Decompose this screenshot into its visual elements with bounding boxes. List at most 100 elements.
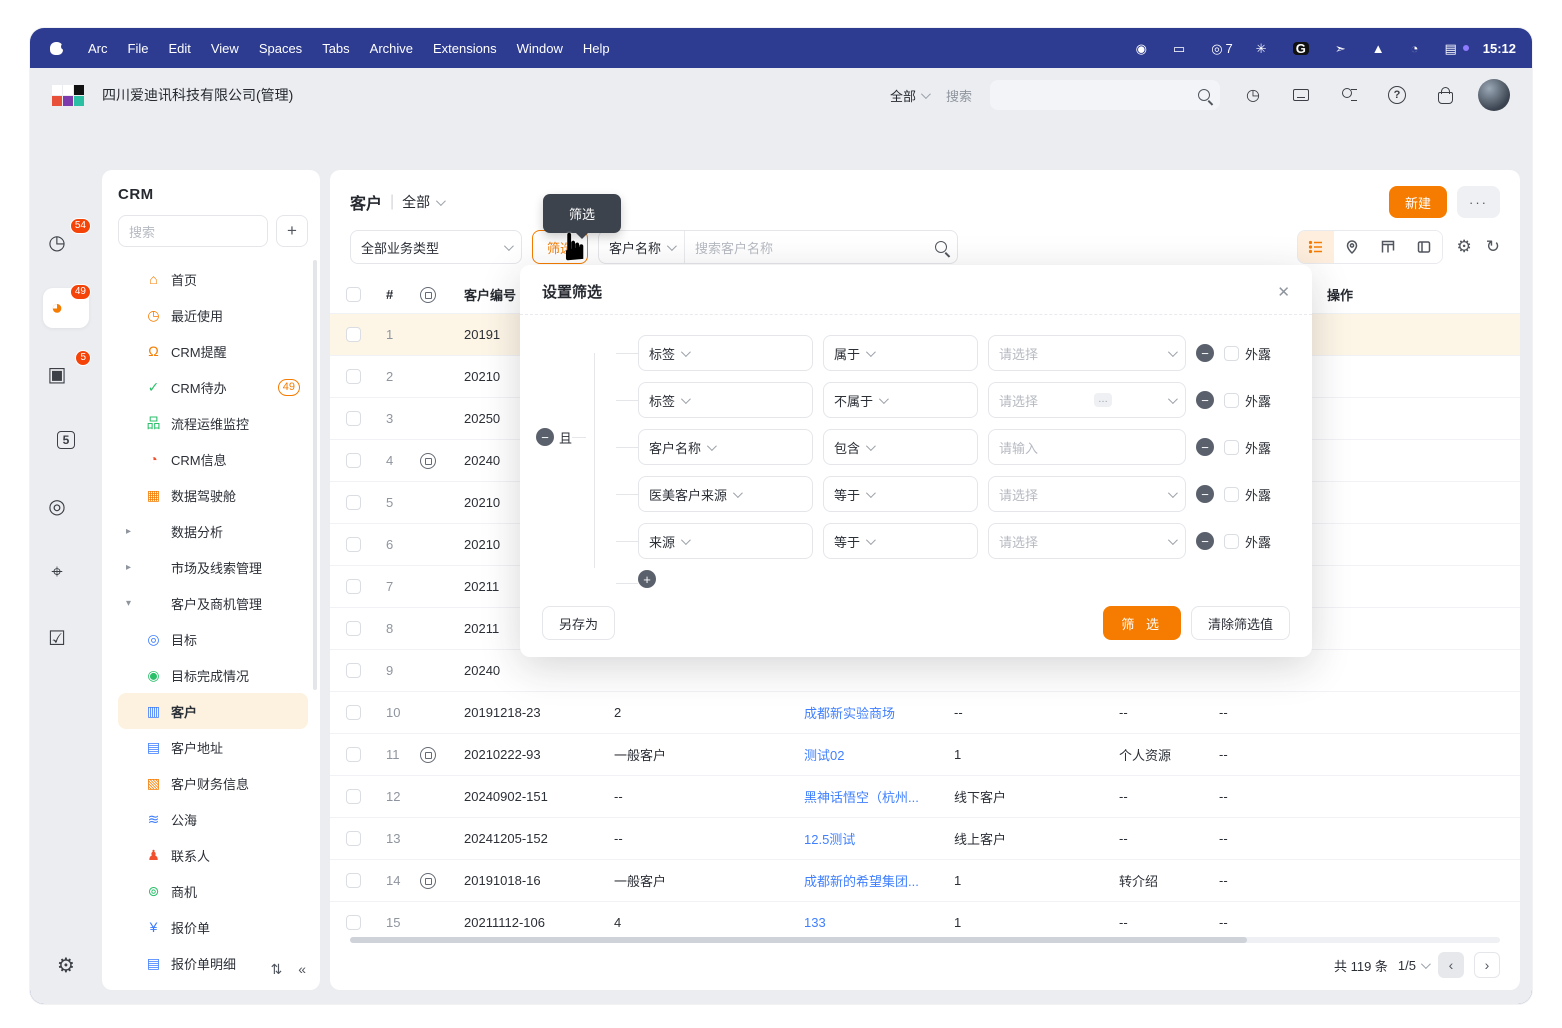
sidebar-item[interactable]: ◔ CRM信息 bbox=[118, 441, 308, 477]
sidebar-item[interactable]: ▸ 市场及线索管理 bbox=[118, 549, 308, 585]
row-checkbox[interactable] bbox=[346, 789, 361, 804]
history-icon[interactable]: ◷ bbox=[1238, 80, 1268, 110]
app-center-icon[interactable] bbox=[1430, 80, 1460, 110]
expose-toggle[interactable]: 外露 bbox=[1224, 438, 1290, 457]
column-settings-icon[interactable]: ⚙ bbox=[1457, 237, 1472, 257]
expose-checkbox[interactable] bbox=[1224, 346, 1239, 361]
rail-item[interactable]: ◕ 49 bbox=[43, 288, 89, 328]
workbench-icon[interactable] bbox=[1286, 80, 1316, 110]
sidebar-item[interactable]: ▸ 数据分析 bbox=[118, 513, 308, 549]
sidebar-item[interactable]: ▤ 客户地址 bbox=[118, 729, 308, 765]
sidebar-item[interactable]: ⌂ 首页 bbox=[118, 261, 308, 297]
filter-value-input[interactable]: 请输入 bbox=[988, 429, 1186, 465]
filter-field-select[interactable]: 标签 bbox=[638, 335, 813, 371]
page-select[interactable]: 1/5 bbox=[1398, 958, 1428, 973]
row-checkbox[interactable] bbox=[346, 411, 361, 426]
row-checkbox[interactable] bbox=[346, 537, 361, 552]
rail-item[interactable]: ▣ 5 bbox=[43, 354, 89, 394]
collapse-sidebar-icon[interactable]: « bbox=[298, 961, 306, 978]
filter-value-input[interactable]: 请选择 bbox=[988, 335, 1186, 371]
refresh-icon[interactable]: ↻ bbox=[1486, 237, 1500, 257]
apple-icon[interactable] bbox=[46, 39, 68, 57]
sidebar-scrollbar[interactable] bbox=[313, 260, 317, 690]
apply-filter-button[interactable]: 筛 选 bbox=[1103, 606, 1181, 640]
row-checkbox[interactable] bbox=[346, 915, 361, 930]
customer-name-link[interactable]: 133 bbox=[804, 915, 826, 930]
menubar-status-icon[interactable]: ◉ bbox=[1136, 41, 1159, 56]
expose-toggle[interactable]: 外露 bbox=[1224, 485, 1290, 504]
search-scope-select[interactable]: 全部 bbox=[890, 86, 928, 105]
filter-operator-select[interactable]: 不属于 bbox=[823, 382, 978, 418]
menubar-item[interactable]: File bbox=[118, 38, 159, 59]
row-checkbox[interactable] bbox=[346, 579, 361, 594]
menubar-item[interactable]: Extensions bbox=[423, 38, 507, 59]
row-checkbox[interactable] bbox=[346, 495, 361, 510]
sidebar-item[interactable]: ¥ 报价单 bbox=[118, 909, 308, 945]
menubar-status-icon[interactable]: ▭ bbox=[1173, 41, 1197, 56]
filter-value-input[interactable]: 请选择 bbox=[988, 476, 1186, 512]
menubar-item[interactable]: Window bbox=[507, 38, 573, 59]
row-checkbox[interactable] bbox=[346, 873, 361, 888]
menubar-item[interactable]: Help bbox=[573, 38, 620, 59]
sidebar-item[interactable]: ≋ 公海 bbox=[118, 801, 308, 837]
col-num[interactable]: # bbox=[386, 287, 420, 302]
sidebar-item[interactable]: ▧ 客户财务信息 bbox=[118, 765, 308, 801]
expose-toggle[interactable]: 外露 bbox=[1224, 391, 1290, 410]
clear-filter-button[interactable]: 清除筛选值 bbox=[1191, 606, 1290, 640]
more-button[interactable]: ··· bbox=[1457, 186, 1500, 218]
menubar-item[interactable]: Arc bbox=[78, 38, 118, 59]
expose-checkbox[interactable] bbox=[1224, 534, 1239, 549]
table-row[interactable]: 15 20211112-106 4 133 1 -- -- bbox=[330, 902, 1520, 933]
and-connector[interactable]: − 且 bbox=[536, 424, 572, 451]
sidebar-item[interactable]: ▥ 客户 bbox=[118, 693, 308, 729]
table-row[interactable]: 14 20191018-16 一般客户 成都新的希望集团... 1 转介绍 -- bbox=[330, 860, 1520, 902]
expose-toggle[interactable]: 外露 bbox=[1224, 532, 1290, 551]
horizontal-scrollbar[interactable] bbox=[350, 937, 1500, 943]
search-icon[interactable] bbox=[935, 241, 947, 253]
business-type-select[interactable]: 全部业务类型 bbox=[350, 230, 522, 264]
menubar-status-icon[interactable]: ▲ bbox=[1372, 41, 1397, 56]
menubar-item[interactable]: Archive bbox=[360, 38, 423, 59]
table-row[interactable]: 10 20191218-23 2 成都新实验商场 -- -- -- bbox=[330, 692, 1520, 734]
menubar-item[interactable]: Tabs bbox=[312, 38, 359, 59]
split-view-icon[interactable] bbox=[1406, 231, 1442, 263]
customer-name-link[interactable]: 测试02 bbox=[804, 745, 844, 764]
sidebar-item[interactable]: ▦ 数据驾驶舱 bbox=[118, 477, 308, 513]
row-checkbox[interactable] bbox=[346, 327, 361, 342]
menubar-item[interactable]: View bbox=[201, 38, 249, 59]
customer-name-link[interactable]: 成都新实验商场 bbox=[804, 703, 895, 722]
remove-condition-button[interactable]: − bbox=[1196, 391, 1214, 409]
list-view-icon[interactable] bbox=[1298, 231, 1334, 263]
filter-field-select[interactable]: 医美客户来源 bbox=[638, 476, 813, 512]
sidebar-item[interactable]: ♟ 联系人 bbox=[118, 837, 308, 873]
row-checkbox[interactable] bbox=[346, 831, 361, 846]
remove-condition-button[interactable]: − bbox=[1196, 485, 1214, 503]
remove-condition-button[interactable]: − bbox=[1196, 344, 1214, 362]
contacts-icon[interactable] bbox=[1334, 80, 1364, 110]
sidebar-item[interactable]: ◎ 目标 bbox=[118, 621, 308, 657]
menubar-status-icon[interactable]: ◎ 7 bbox=[1211, 41, 1242, 56]
filter-operator-select[interactable]: 等于 bbox=[823, 523, 978, 559]
table-row[interactable]: 12 20240902-151 -- 黑神话悟空（杭州... 线下客户 -- -… bbox=[330, 776, 1520, 818]
menubar-item[interactable]: Edit bbox=[158, 38, 200, 59]
table-row[interactable]: 11 20210222-93 一般客户 测试02 1 个人资源 -- bbox=[330, 734, 1520, 776]
user-avatar[interactable] bbox=[1478, 79, 1510, 111]
display-settings-icon[interactable]: ⇅ bbox=[270, 961, 282, 978]
menubar-status-icon[interactable]: G bbox=[1293, 41, 1321, 56]
sidebar-add-button[interactable]: + bbox=[276, 215, 308, 247]
row-checkbox[interactable] bbox=[346, 747, 361, 762]
remove-condition-button[interactable]: − bbox=[1196, 438, 1214, 456]
rail-item[interactable]: ⌖ bbox=[43, 552, 89, 592]
sidebar-search-input[interactable]: 搜索 bbox=[118, 215, 268, 247]
customer-name-link[interactable]: 黑神话悟空（杭州... bbox=[804, 787, 919, 806]
row-checkbox[interactable] bbox=[346, 663, 361, 678]
row-checkbox[interactable] bbox=[346, 621, 361, 636]
customer-search-input[interactable]: 搜索客户名称 bbox=[685, 238, 935, 257]
rail-item[interactable]: ◎ bbox=[43, 486, 89, 526]
expose-toggle[interactable]: 外露 bbox=[1224, 344, 1290, 363]
row-checkbox[interactable] bbox=[346, 369, 361, 384]
sidebar-item[interactable]: ✓ CRM待办 49 bbox=[118, 369, 308, 405]
map-view-icon[interactable] bbox=[1334, 231, 1370, 263]
rail-item[interactable]: 5 bbox=[43, 420, 89, 460]
menubar-status-icon[interactable]: ◔ bbox=[1411, 41, 1431, 56]
